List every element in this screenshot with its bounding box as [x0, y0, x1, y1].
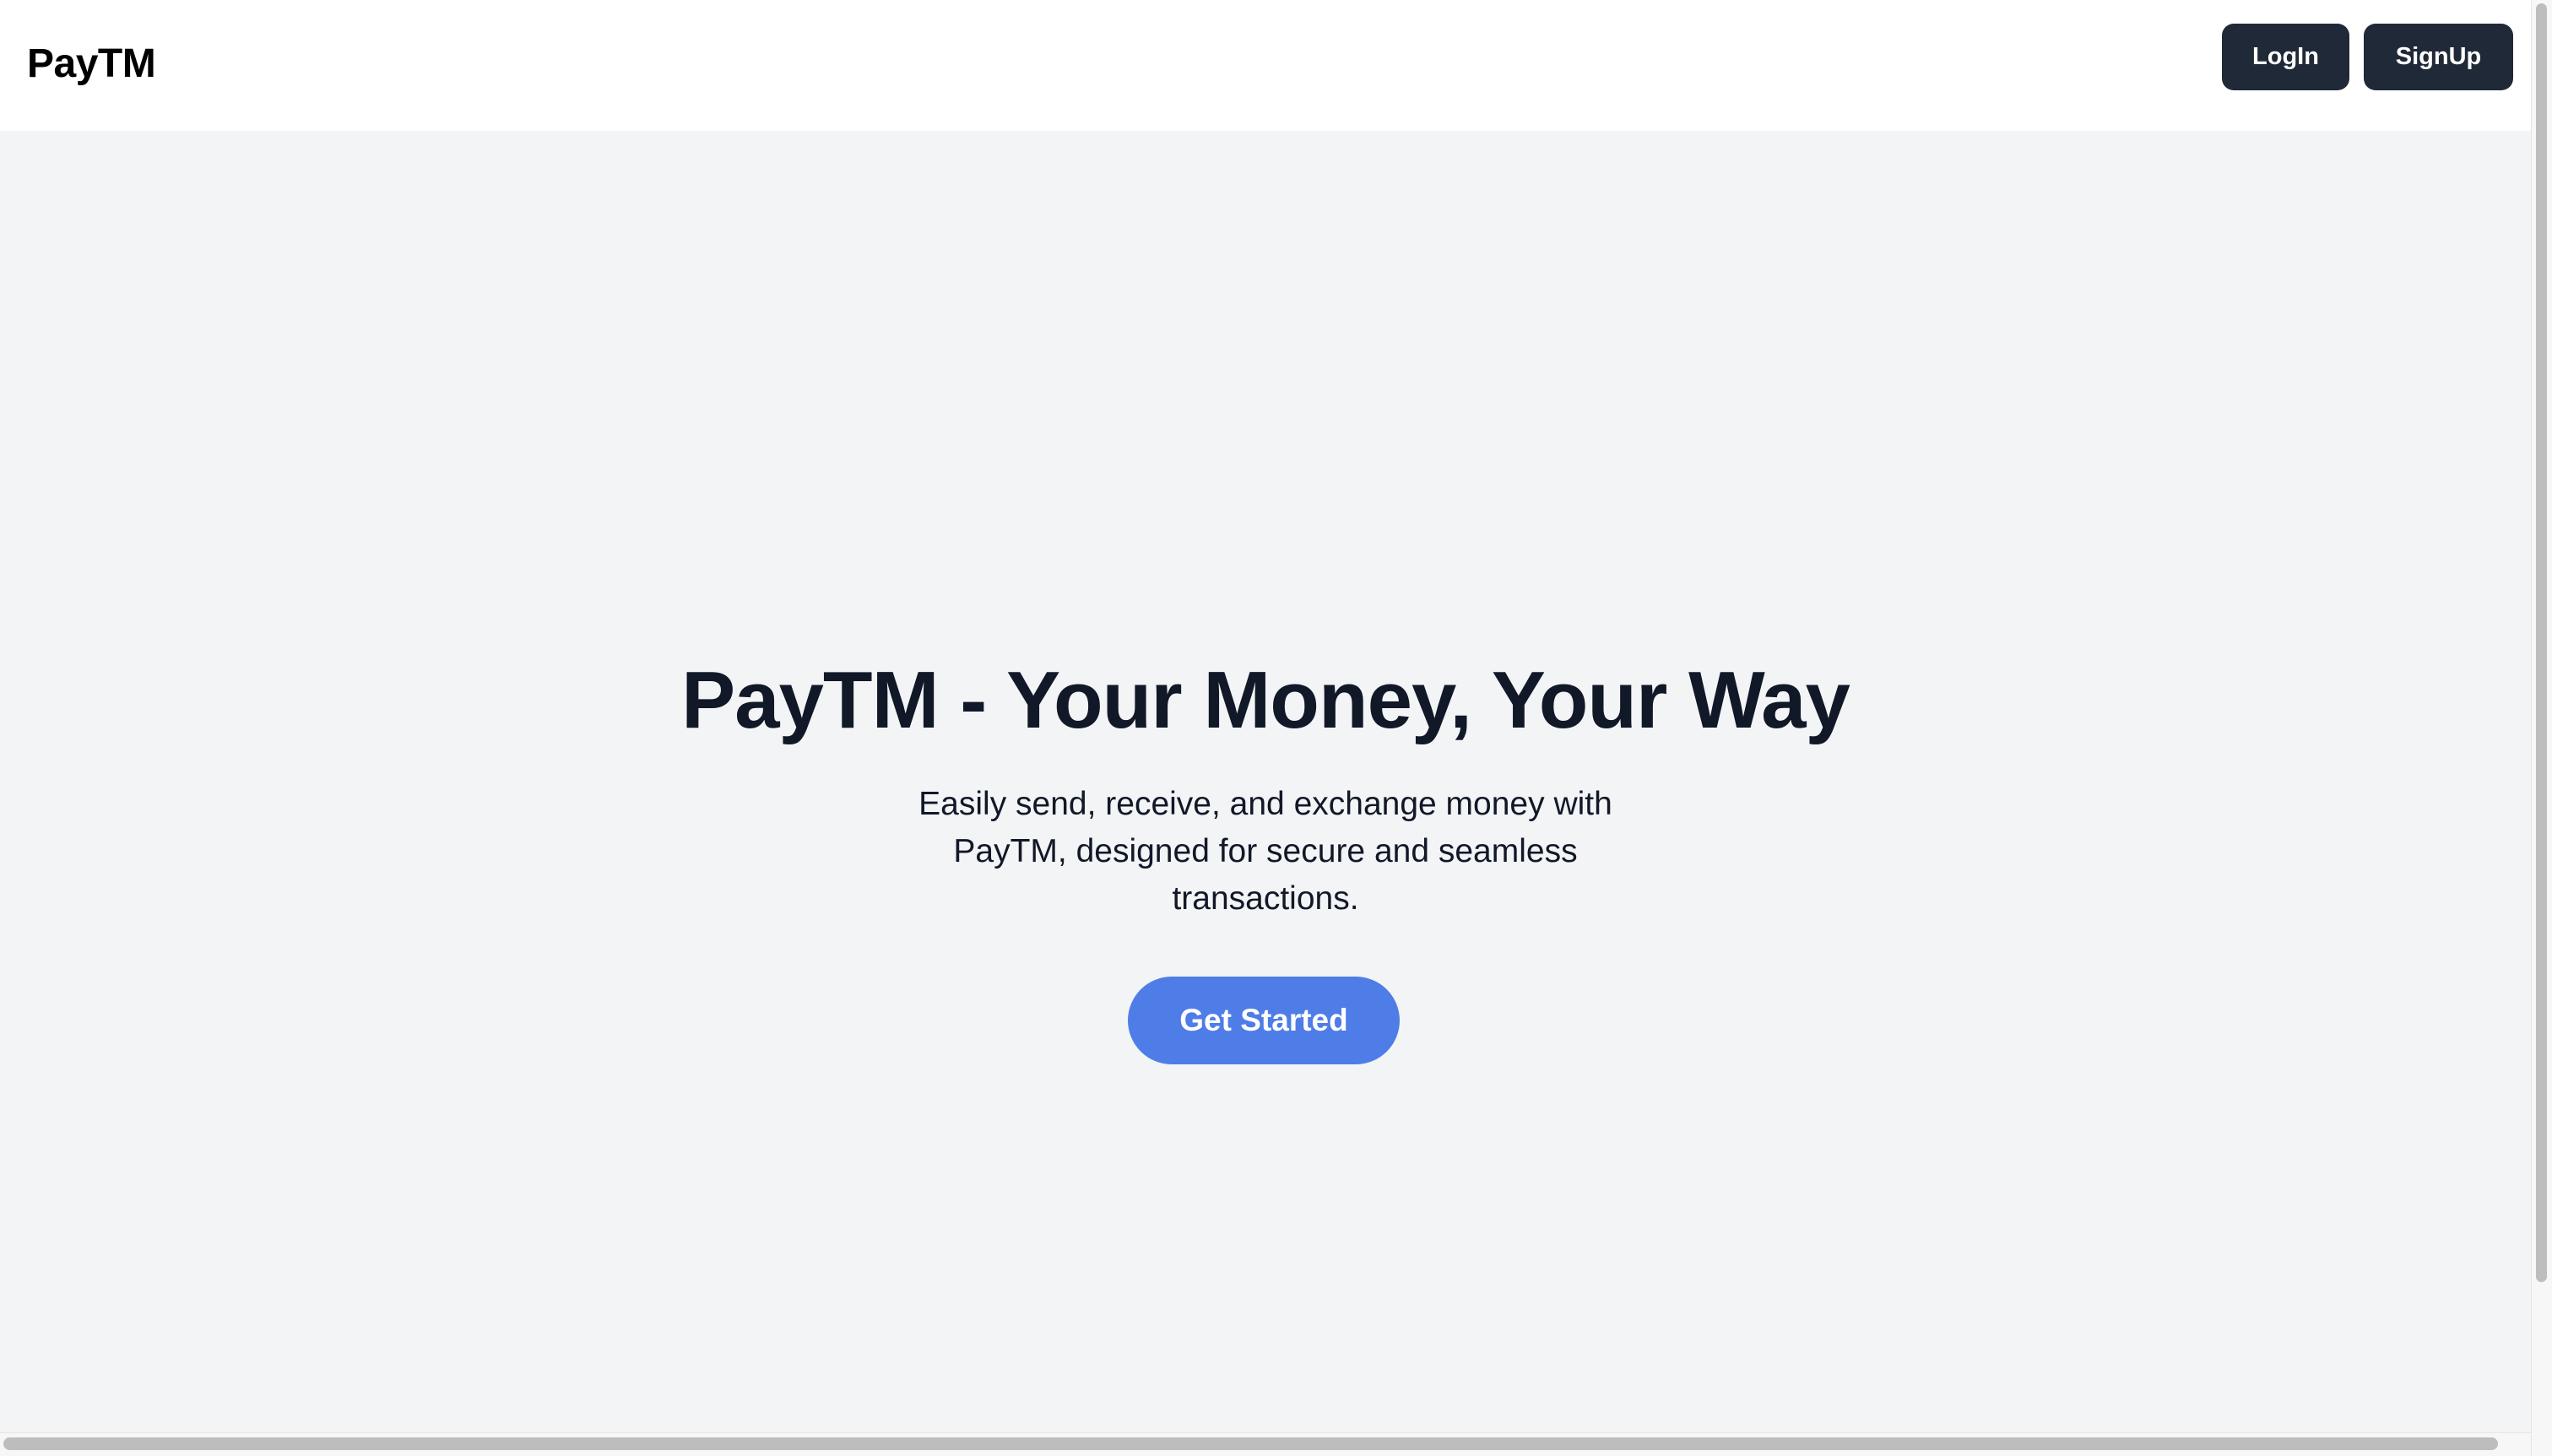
hero-description: Easily send, receive, and exchange money… — [918, 786, 1612, 917]
navbar: PayTM LogIn SignUp — [0, 0, 2531, 131]
get-started-button[interactable]: Get Started — [1128, 977, 1400, 1064]
signup-button[interactable]: SignUp — [2364, 24, 2513, 90]
brand-logo[interactable]: PayTM — [27, 39, 156, 89]
hero-title: PayTM - Your Money, Your Way — [681, 655, 1850, 745]
login-button[interactable]: LogIn — [2222, 24, 2349, 90]
hero-section: PayTM - Your Money, Your Way Easily send… — [0, 131, 2531, 1431]
horizontal-scrollbar-thumb[interactable] — [3, 1437, 2498, 1450]
vertical-scrollbar-thumb[interactable] — [2536, 3, 2547, 1282]
page: PayTM LogIn SignUp PayTM - Your Money, Y… — [0, 0, 2552, 1456]
